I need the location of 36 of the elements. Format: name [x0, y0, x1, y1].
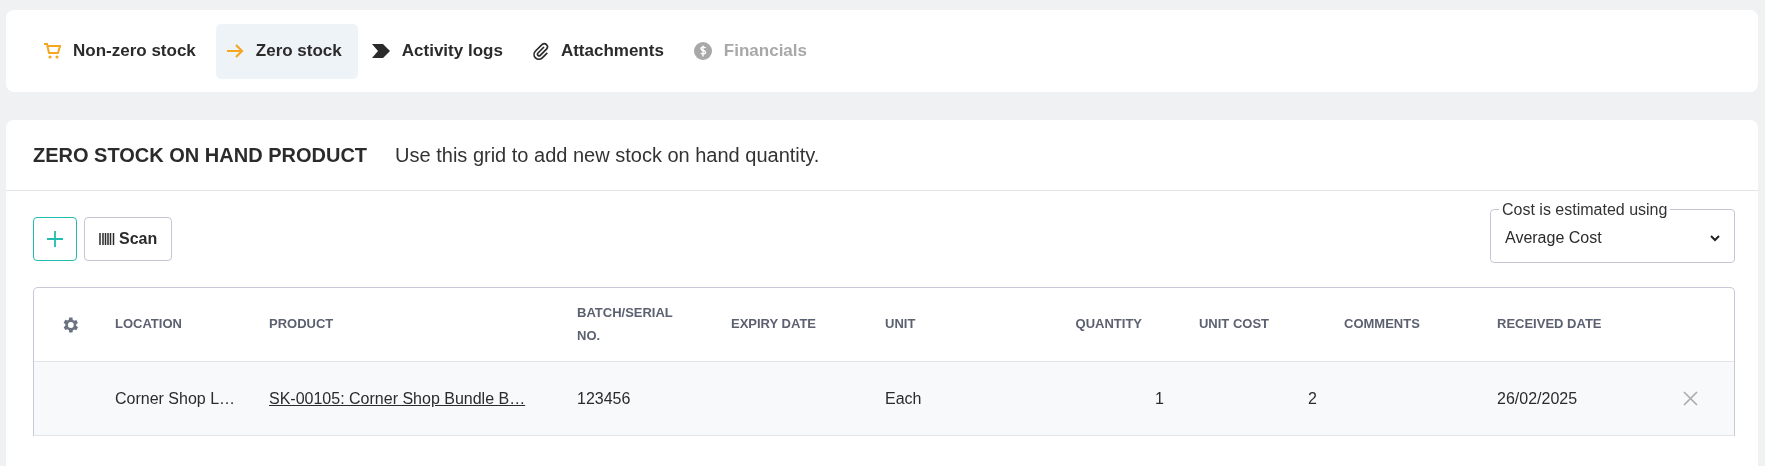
- tab[interactable]: Attachments: [522, 23, 680, 79]
- arrow-right-icon: [225, 43, 244, 59]
- panel-title: ZERO STOCK ON HAND PRODUCT: [33, 143, 368, 167]
- column-header: BATCH/SERIAL NO.: [577, 304, 674, 345]
- close-icon[interactable]: [1683, 391, 1698, 406]
- column-header: UNIT COST: [1197, 315, 1269, 334]
- chevron-icon: [371, 44, 390, 58]
- cost-select[interactable]: Cost is estimated using Average Cost: [1490, 200, 1735, 263]
- column-header: EXPIRY DATE: [731, 315, 817, 334]
- table-cell: 123456: [577, 389, 631, 407]
- select-label: Cost is estimated using: [1501, 200, 1669, 219]
- table-cell: 26/02/2025: [1497, 389, 1578, 407]
- column-header: RECEIVED DATE: [1497, 315, 1602, 334]
- chevron-down-icon: [1710, 234, 1720, 242]
- tab[interactable]: Activity logs: [361, 23, 519, 79]
- tab[interactable]: Non-zero stock: [33, 23, 212, 79]
- column-header: UNIT: [885, 315, 917, 334]
- barcode-icon: [99, 232, 115, 245]
- paperclip-icon: [532, 42, 549, 60]
- cart-icon: [43, 42, 61, 60]
- table-cell: Each: [885, 389, 922, 407]
- dollar-icon: [693, 42, 712, 60]
- plus-icon: [46, 229, 64, 248]
- table-cell: Corner Shop L…: [115, 389, 236, 407]
- panel-description: Use this grid to add new stock on hand quantity.: [395, 143, 820, 167]
- column-header: COMMENTS: [1344, 315, 1421, 334]
- column-header: QUANTITY: [1074, 315, 1142, 334]
- table-cell: 1: [1155, 389, 1164, 407]
- table-cell: 2: [1308, 389, 1317, 407]
- product-link[interactable]: SK-00105: Corner Shop Bundle B…: [269, 389, 526, 407]
- tab[interactable]: Zero stock: [215, 23, 358, 79]
- select-value: Average Cost: [1505, 229, 1602, 247]
- column-header: PRODUCT: [269, 315, 335, 334]
- add-button[interactable]: [33, 216, 77, 261]
- scan-button[interactable]: Scan: [84, 216, 173, 261]
- column-header: LOCATION: [115, 315, 183, 334]
